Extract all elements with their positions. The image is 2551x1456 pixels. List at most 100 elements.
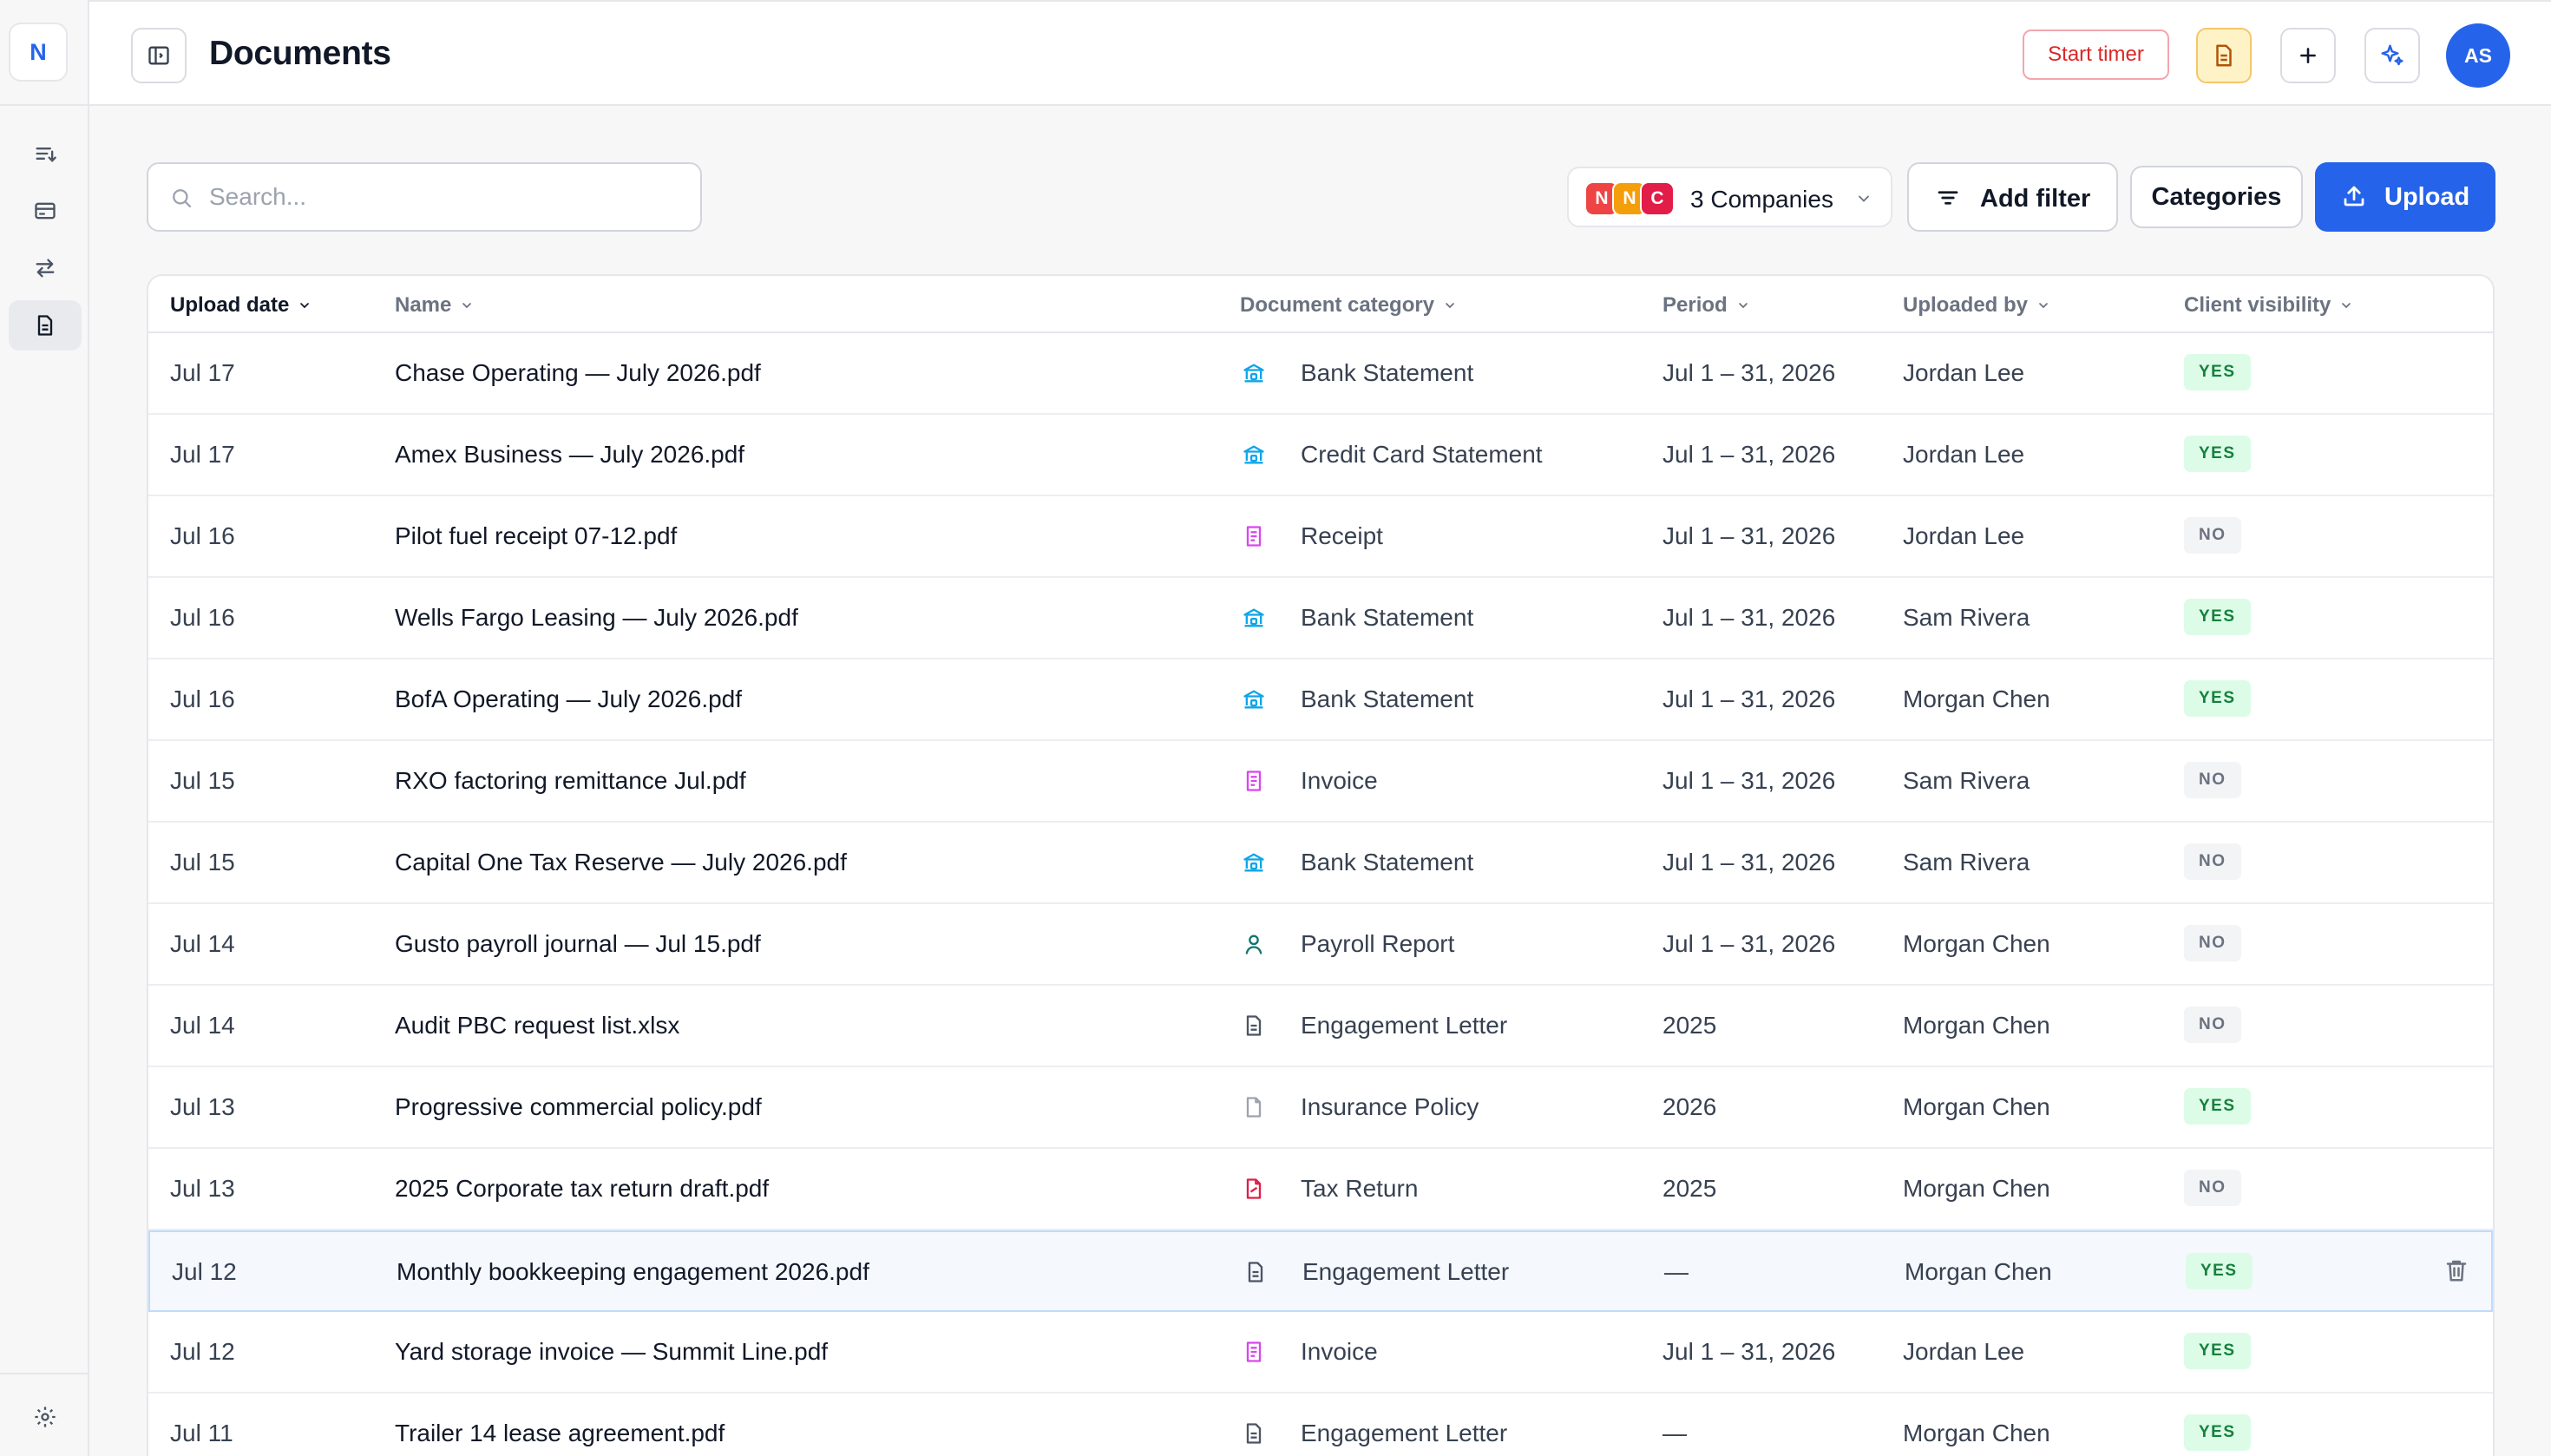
client-visibility-badge[interactable]: YES bbox=[2186, 1253, 2253, 1289]
period-cell: Jul 1 – 31, 2026 bbox=[1662, 930, 1836, 957]
document-name-link[interactable]: Pilot fuel receipt 07-12.pdf bbox=[395, 522, 677, 550]
upload-date-cell: Jul 15 bbox=[170, 849, 235, 876]
receipt-icon bbox=[1240, 522, 1268, 550]
period-cell: Jul 1 – 31, 2026 bbox=[1662, 441, 1836, 468]
document-category-cell: Bank Statement bbox=[1301, 685, 1474, 712]
ai-assistant-button[interactable] bbox=[2364, 28, 2420, 83]
table-row[interactable]: Jul 16 Pilot fuel receipt 07-12.pdf Receip… bbox=[148, 496, 2493, 578]
column-header-uploaded-by[interactable]: Uploaded by bbox=[1903, 293, 2050, 318]
period-cell: — bbox=[1664, 1258, 1689, 1285]
period-cell: 2025 bbox=[1662, 1175, 1717, 1202]
rail-item-tasks[interactable] bbox=[9, 128, 82, 179]
document-name-link[interactable]: Wells Fargo Leasing — July 2026.pdf bbox=[395, 604, 798, 632]
table-row[interactable]: Jul 12 Yard storage invoice — Summit Line… bbox=[148, 1312, 2493, 1394]
search-input[interactable] bbox=[209, 174, 678, 220]
tax-file-icon bbox=[1240, 1175, 1268, 1203]
document-name-link[interactable]: RXO factoring remittance Jul.pdf bbox=[395, 767, 746, 795]
upload-date-cell: Jul 14 bbox=[170, 930, 235, 957]
client-visibility-badge[interactable]: YES bbox=[2184, 436, 2251, 472]
table-row[interactable]: Jul 14 Audit PBC request list.xlsx Engagem… bbox=[148, 986, 2493, 1067]
document-name-link[interactable]: Gusto payroll journal — Jul 15.pdf bbox=[395, 930, 761, 958]
document-name-link[interactable]: Yard storage invoice — Summit Line.pdf bbox=[395, 1338, 828, 1366]
column-header-name[interactable]: Name bbox=[395, 293, 474, 318]
client-visibility-badge[interactable]: NO bbox=[2184, 1170, 2241, 1206]
table-row[interactable]: Jul 11 Trailer 14 lease agreement.pdf Enga… bbox=[148, 1394, 2493, 1456]
period-cell: 2025 bbox=[1662, 1012, 1717, 1039]
user-avatar[interactable]: AS bbox=[2446, 23, 2510, 88]
client-visibility-badge[interactable]: YES bbox=[2184, 1414, 2251, 1451]
table-row[interactable]: Jul 15 Capital One Tax Reserve — July 202… bbox=[148, 823, 2493, 904]
table-row[interactable]: Jul 17 Chase Operating — July 2026.pdf Ban… bbox=[148, 333, 2493, 415]
table-row[interactable]: Jul 16 BofA Operating — July 2026.pdf Bank… bbox=[148, 659, 2493, 741]
uploaded-by-cell: Morgan Chen bbox=[1903, 685, 2050, 712]
client-visibility-badge[interactable]: NO bbox=[2184, 517, 2241, 554]
document-name-link[interactable]: 2025 Corporate tax return draft.pdf bbox=[395, 1175, 769, 1203]
upload-date-cell: Jul 12 bbox=[170, 1338, 235, 1365]
notes-button[interactable] bbox=[2196, 28, 2252, 83]
documents-table: Upload date Name Document category Perio… bbox=[147, 274, 2495, 1456]
search-box bbox=[147, 162, 702, 232]
trash-icon[interactable] bbox=[2443, 1257, 2469, 1283]
document-name-link[interactable]: Audit PBC request list.xlsx bbox=[395, 1012, 679, 1040]
table-row[interactable]: Jul 13 Progressive commercial policy.pdf I… bbox=[148, 1067, 2493, 1149]
bank-icon bbox=[1240, 849, 1268, 876]
table-row[interactable]: Jul 16 Wells Fargo Leasing — July 2026.pd… bbox=[148, 578, 2493, 659]
document-name-link[interactable]: Capital One Tax Reserve — July 2026.pdf bbox=[395, 849, 847, 876]
start-timer-button[interactable]: Start timer bbox=[2023, 30, 2169, 80]
upload-button[interactable]: Upload bbox=[2315, 162, 2495, 232]
upload-date-cell: Jul 15 bbox=[170, 767, 235, 794]
rail-item-transactions[interactable] bbox=[9, 243, 82, 293]
column-header-period[interactable]: Period bbox=[1662, 293, 1750, 318]
column-header-upload-date[interactable]: Upload date bbox=[170, 293, 311, 318]
categories-button[interactable]: Categories bbox=[2130, 166, 2303, 228]
column-header-document-category[interactable]: Document category bbox=[1240, 293, 1457, 318]
document-name-link[interactable]: Trailer 14 lease agreement.pdf bbox=[395, 1420, 725, 1447]
workspace-logo[interactable]: N bbox=[9, 23, 68, 82]
companies-label: 3 Companies bbox=[1690, 186, 1833, 213]
table-row[interactable]: Jul 13 2025 Corporate tax return draft.pd… bbox=[148, 1149, 2493, 1230]
document-category-cell: Credit Card Statement bbox=[1301, 441, 1543, 468]
client-visibility-badge[interactable]: NO bbox=[2184, 925, 2241, 961]
client-visibility-badge[interactable]: YES bbox=[2184, 680, 2251, 717]
rail-item-documents[interactable] bbox=[9, 300, 82, 351]
uploaded-by-cell: Sam Rivera bbox=[1903, 767, 2030, 794]
upload-date-cell: Jul 13 bbox=[170, 1093, 235, 1120]
document-category-cell: Bank Statement bbox=[1301, 849, 1474, 876]
document-category-cell: Receipt bbox=[1301, 522, 1383, 549]
rail-item-billing[interactable] bbox=[9, 186, 82, 236]
table-row[interactable]: Jul 14 Gusto payroll journal — Jul 15.pdf… bbox=[148, 904, 2493, 986]
client-visibility-badge[interactable]: YES bbox=[2184, 599, 2251, 635]
client-visibility-badge[interactable]: NO bbox=[2184, 762, 2241, 798]
table-row[interactable]: Jul 15 RXO factoring remittance Jul.pdf In… bbox=[148, 741, 2493, 823]
period-cell: Jul 1 – 31, 2026 bbox=[1662, 359, 1836, 386]
create-new-button[interactable] bbox=[2280, 28, 2336, 83]
client-visibility-badge[interactable]: YES bbox=[2184, 1333, 2251, 1369]
document-name-link[interactable]: Monthly bookkeeping engagement 2026.pdf bbox=[397, 1258, 869, 1286]
sidebar-toggle-button[interactable] bbox=[131, 28, 187, 83]
table-row[interactable]: Jul 17 Amex Business — July 2026.pdf Credi… bbox=[148, 415, 2493, 496]
companies-selector[interactable]: N N C 3 Companies bbox=[1567, 167, 1892, 227]
table-row[interactable]: Jul 12 Monthly bookkeeping engagement 202… bbox=[148, 1230, 2493, 1312]
column-header-client-visibility[interactable]: Client visibility bbox=[2184, 293, 2353, 318]
bank-icon bbox=[1240, 604, 1268, 632]
client-visibility-badge[interactable]: YES bbox=[2184, 354, 2251, 390]
upload-date-cell: Jul 11 bbox=[170, 1420, 233, 1446]
client-visibility-badge[interactable]: YES bbox=[2184, 1088, 2251, 1125]
uploaded-by-cell: Jordan Lee bbox=[1903, 522, 2025, 549]
uploaded-by-cell: Morgan Chen bbox=[1905, 1258, 2052, 1285]
uploaded-by-cell: Morgan Chen bbox=[1903, 1420, 2050, 1446]
person-icon bbox=[1240, 930, 1268, 958]
uploaded-by-cell: Morgan Chen bbox=[1903, 1012, 2050, 1039]
client-visibility-badge[interactable]: NO bbox=[2184, 1007, 2241, 1043]
document-name-link[interactable]: Chase Operating — July 2026.pdf bbox=[395, 359, 761, 387]
add-filter-button[interactable]: Add filter bbox=[1907, 162, 2118, 232]
chevron-down-icon bbox=[1446, 303, 1454, 309]
uploaded-by-cell: Sam Rivera bbox=[1903, 849, 2030, 876]
document-name-link[interactable]: BofA Operating — July 2026.pdf bbox=[395, 685, 742, 713]
client-visibility-badge[interactable]: NO bbox=[2184, 843, 2241, 880]
upload-date-cell: Jul 16 bbox=[170, 685, 235, 712]
document-name-link[interactable]: Progressive commercial policy.pdf bbox=[395, 1093, 762, 1121]
rail-item-settings[interactable] bbox=[9, 1392, 82, 1442]
settings-gear-icon bbox=[33, 1405, 57, 1429]
document-name-link[interactable]: Amex Business — July 2026.pdf bbox=[395, 441, 744, 469]
